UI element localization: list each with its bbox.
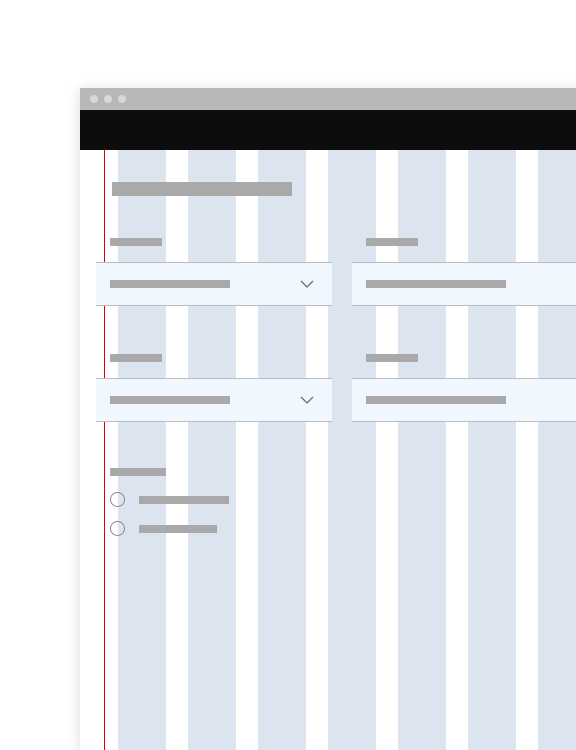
traffic-light-min[interactable] <box>104 95 112 103</box>
traffic-light-max[interactable] <box>118 95 126 103</box>
dropdown-value: Dropdown option <box>110 396 230 404</box>
app-header-bar <box>80 110 576 150</box>
chevron-down-icon <box>300 280 314 288</box>
window-titlebar <box>80 88 576 110</box>
form-row: Label Dropdown option Label Text entry v… <box>96 354 576 422</box>
field-label: Label <box>110 354 162 362</box>
dropdown-field[interactable]: Dropdown option <box>96 262 332 306</box>
radio-icon <box>110 521 125 536</box>
field-label: Label <box>110 238 162 246</box>
browser-window: Page heading placeholder Label Dropdown … <box>80 88 576 750</box>
field-label: Label <box>366 354 418 362</box>
form-col-left: Label Dropdown option <box>96 238 332 306</box>
field-label: Label <box>366 238 418 246</box>
form: Label Dropdown option Label Text entry v… <box>96 238 576 550</box>
form-col-left: Label Dropdown option <box>96 354 332 422</box>
text-value: Text entry value <box>366 280 506 288</box>
traffic-light-close[interactable] <box>90 95 98 103</box>
radio-icon <box>110 492 125 507</box>
chevron-down-icon <box>300 396 314 404</box>
radio-group: Options First radio option Second option <box>110 468 576 536</box>
form-row: Label Dropdown option Label Text entry v… <box>96 238 576 306</box>
radio-option[interactable]: First radio option <box>110 492 576 507</box>
page-title: Page heading placeholder <box>112 182 292 196</box>
text-field[interactable]: Text entry value <box>352 378 576 422</box>
radio-label: First radio option <box>139 496 229 504</box>
form-col-right: Label Text entry value <box>352 238 576 306</box>
radio-group-label: Options <box>110 468 166 476</box>
content-area: Page heading placeholder Label Dropdown … <box>80 150 576 750</box>
text-field[interactable]: Text entry value <box>352 262 576 306</box>
radio-label: Second option <box>139 525 217 533</box>
dropdown-field[interactable]: Dropdown option <box>96 378 332 422</box>
text-value: Text entry value <box>366 396 506 404</box>
form-col-right: Label Text entry value <box>352 354 576 422</box>
dropdown-value: Dropdown option <box>110 280 230 288</box>
